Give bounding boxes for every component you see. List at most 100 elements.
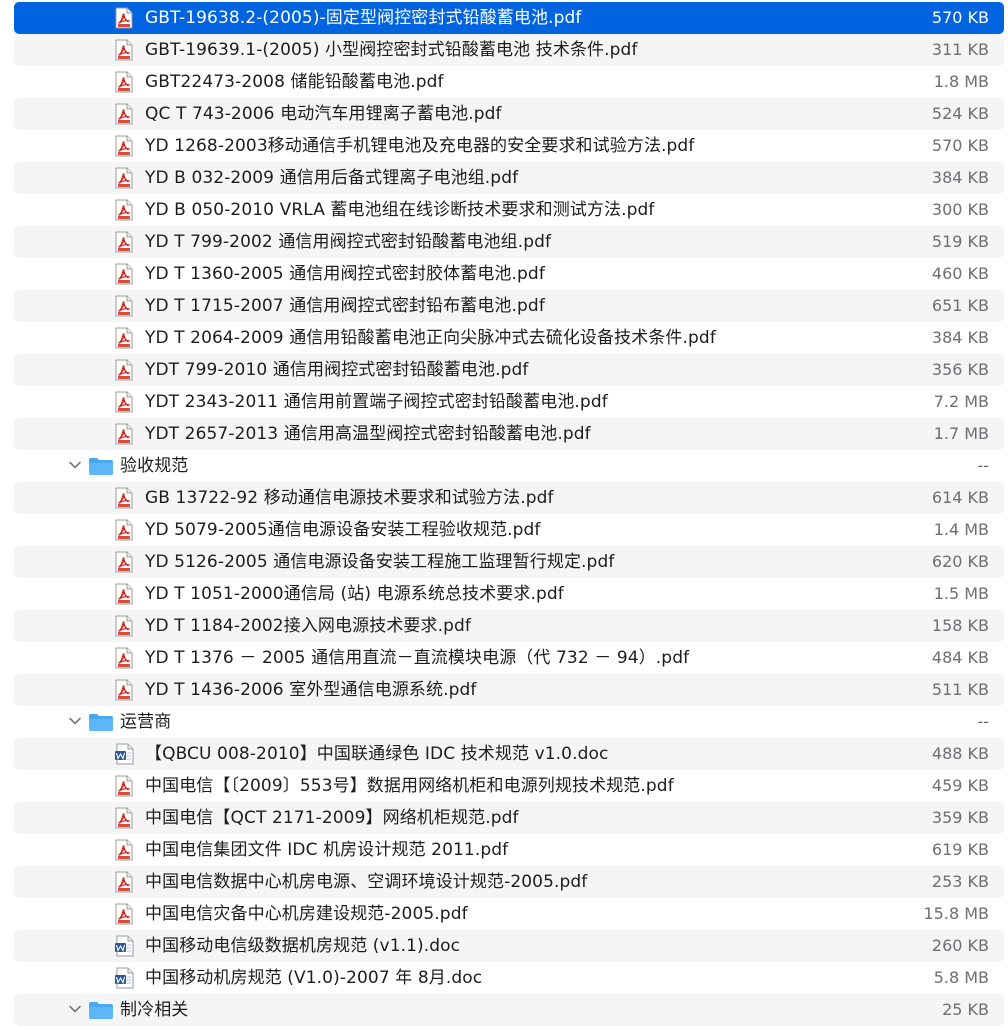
- file-row[interactable]: YD T 1715-2007 通信用阀控式密封铅布蓄电池.pdf 651 KB: [14, 290, 1004, 322]
- file-row[interactable]: YD T 799-2002 通信用阀控式密封铅酸蓄电池组.pdf 519 KB: [14, 226, 1004, 258]
- file-size: 519 KB: [931, 232, 989, 251]
- file-size: 384 KB: [931, 328, 989, 347]
- file-row[interactable]: YD T 1184-2002接入网电源技术要求.pdf 158 KB: [14, 610, 1004, 642]
- file-row[interactable]: YD T 1051-2000通信局 (站) 电源系统总技术要求.pdf 1.5 …: [14, 578, 1004, 610]
- file-name: GBT22473-2008 储能铅酸蓄电池.pdf: [145, 72, 444, 92]
- file-row[interactable]: 中国电信数据中心机房电源、空调环境设计规范-2005.pdf 253 KB: [14, 866, 1004, 898]
- pdf-file-icon: [114, 583, 134, 605]
- file-row[interactable]: GB 13722-92 移动通信电源技术要求和试验方法.pdf 614 KB: [14, 482, 1004, 514]
- folder-icon: [88, 457, 114, 476]
- pdf-file-icon: [114, 327, 134, 349]
- file-row[interactable]: GBT-19639.1-(2005) 小型阀控密封式铅酸蓄电池 技术条件.pdf…: [14, 34, 1004, 66]
- file-name: GBT-19639.1-(2005) 小型阀控密封式铅酸蓄电池 技术条件.pdf: [145, 40, 638, 60]
- file-row[interactable]: YD B 032-2009 通信用后备式锂离子电池组.pdf 384 KB: [14, 162, 1004, 194]
- file-row[interactable]: YD 5079-2005通信电源设备安装工程验收规范.pdf 1.4 MB: [14, 514, 1004, 546]
- file-size: 488 KB: [931, 744, 989, 763]
- file-row[interactable]: YDT 2343-2011 通信用前置端子阀控式密封铅酸蓄电池.pdf 7.2 …: [14, 386, 1004, 418]
- file-row[interactable]: YDT 799-2010 通信用阀控式密封铅酸蓄电池.pdf 356 KB: [14, 354, 1004, 386]
- file-name: YDT 2343-2011 通信用前置端子阀控式密封铅酸蓄电池.pdf: [145, 392, 608, 412]
- file-row[interactable]: 【QBCU 008-2010】中国联通绿色 IDC 技术规范 v1.0.doc …: [14, 738, 1004, 770]
- file-name: YD T 1360-2005 通信用阀控式密封胶体蓄电池.pdf: [145, 264, 545, 284]
- file-name: 【QBCU 008-2010】中国联通绿色 IDC 技术规范 v1.0.doc: [145, 744, 609, 764]
- pdf-file-icon: [114, 71, 134, 93]
- file-size: 311 KB: [931, 40, 989, 59]
- file-name: 中国电信【〔2009〕553号】数据用网络机柜和电源列规技术规范.pdf: [145, 776, 674, 796]
- file-name: YDT 799-2010 通信用阀控式密封铅酸蓄电池.pdf: [145, 360, 529, 380]
- file-size: 570 KB: [931, 8, 989, 27]
- file-name: YD T 1051-2000通信局 (站) 电源系统总技术要求.pdf: [145, 584, 564, 604]
- file-size: 1.8 MB: [933, 72, 989, 91]
- file-row[interactable]: YD 5126-2005 通信电源设备安装工程施工监理暂行规定.pdf 620 …: [14, 546, 1004, 578]
- file-size: 1.4 MB: [933, 520, 989, 539]
- chevron-down-icon[interactable]: [68, 714, 82, 728]
- folder-row[interactable]: 运营商 --: [14, 706, 1004, 738]
- file-name: YD T 2064-2009 通信用铅酸蓄电池正向尖脉冲式去硫化设备技术条件.p…: [145, 328, 716, 348]
- file-name: YD 5126-2005 通信电源设备安装工程施工监理暂行规定.pdf: [145, 552, 615, 572]
- folder-name: 运营商: [120, 712, 172, 732]
- file-size: 5.8 MB: [933, 968, 989, 987]
- chevron-down-icon[interactable]: [68, 1002, 82, 1016]
- file-size: 511 KB: [931, 680, 989, 699]
- file-name: 中国电信数据中心机房电源、空调环境设计规范-2005.pdf: [145, 872, 588, 892]
- pdf-file-icon: [114, 871, 134, 893]
- file-list: GBT-19638.2-(2005)-固定型阀控密封式铅酸蓄电池.pdf 570…: [0, 2, 1008, 1026]
- file-name: YD T 1376 － 2005 通信用直流－直流模块电源（代 732 － 94…: [145, 648, 690, 668]
- file-size: 384 KB: [931, 168, 989, 187]
- file-size: 15.8 MB: [923, 904, 990, 923]
- file-name: GB 13722-92 移动通信电源技术要求和试验方法.pdf: [145, 488, 554, 508]
- pdf-file-icon: [114, 359, 134, 381]
- file-name: QC T 743-2006 电动汽车用锂离子蓄电池.pdf: [145, 104, 502, 124]
- file-row[interactable]: YD T 1436-2006 室外型通信电源系统.pdf 511 KB: [14, 674, 1004, 706]
- word-doc-icon: [114, 967, 134, 989]
- file-size: 620 KB: [931, 552, 989, 571]
- file-row[interactable]: GBT22473-2008 储能铅酸蓄电池.pdf 1.8 MB: [14, 66, 1004, 98]
- folder-row[interactable]: 验收规范 --: [14, 450, 1004, 482]
- file-size: 459 KB: [931, 776, 989, 795]
- file-row[interactable]: 中国电信灾备中心机房建设规范-2005.pdf 15.8 MB: [14, 898, 1004, 930]
- file-row[interactable]: GBT-19638.2-(2005)-固定型阀控密封式铅酸蓄电池.pdf 570…: [14, 2, 1004, 34]
- file-row[interactable]: YD B 050-2010 VRLA 蓄电池组在线诊断技术要求和测试方法.pdf…: [14, 194, 1004, 226]
- file-size: 359 KB: [931, 808, 989, 827]
- file-name: 中国电信集团文件 IDC 机房设计规范 2011.pdf: [145, 840, 509, 860]
- file-row[interactable]: QC T 743-2006 电动汽车用锂离子蓄电池.pdf 524 KB: [14, 98, 1004, 130]
- file-row[interactable]: YD T 1376 － 2005 通信用直流－直流模块电源（代 732 － 94…: [14, 642, 1004, 674]
- file-size: 260 KB: [931, 936, 989, 955]
- word-doc-icon: [114, 935, 134, 957]
- pdf-file-icon: [114, 807, 134, 829]
- file-row[interactable]: 中国电信【〔2009〕553号】数据用网络机柜和电源列规技术规范.pdf 459…: [14, 770, 1004, 802]
- file-name: 中国电信灾备中心机房建设规范-2005.pdf: [145, 904, 468, 924]
- file-row[interactable]: YD T 2064-2009 通信用铅酸蓄电池正向尖脉冲式去硫化设备技术条件.p…: [14, 322, 1004, 354]
- pdf-file-icon: [114, 135, 134, 157]
- chevron-down-icon[interactable]: [68, 458, 82, 472]
- file-row[interactable]: YDT 2657-2013 通信用高温型阀控式密封铅酸蓄电池.pdf 1.7 M…: [14, 418, 1004, 450]
- pdf-file-icon: [114, 231, 134, 253]
- pdf-file-icon: [114, 519, 134, 541]
- pdf-file-icon: [114, 551, 134, 573]
- file-name: YD T 1436-2006 室外型通信电源系统.pdf: [145, 680, 477, 700]
- folder-row[interactable]: 制冷相关 25 KB: [14, 994, 1004, 1026]
- file-name: YD T 1715-2007 通信用阀控式密封铅布蓄电池.pdf: [145, 296, 545, 316]
- folder-icon: [88, 713, 114, 732]
- file-name: YD 5079-2005通信电源设备安装工程验收规范.pdf: [145, 520, 541, 540]
- folder-name: 验收规范: [120, 456, 189, 476]
- file-row[interactable]: 中国电信【QCT 2171-2009】网络机柜规范.pdf 359 KB: [14, 802, 1004, 834]
- file-row[interactable]: 中国移动机房规范 (V1.0)-2007 年 8月.doc 5.8 MB: [14, 962, 1004, 994]
- file-size: 300 KB: [931, 200, 989, 219]
- folder-size: --: [977, 456, 989, 475]
- pdf-file-icon: [114, 263, 134, 285]
- file-size: 1.7 MB: [933, 424, 989, 443]
- file-row[interactable]: 中国移动电信级数据机房规范 (v1.1).doc 260 KB: [14, 930, 1004, 962]
- file-row[interactable]: 中国电信集团文件 IDC 机房设计规范 2011.pdf 619 KB: [14, 834, 1004, 866]
- file-row[interactable]: YD T 1360-2005 通信用阀控式密封胶体蓄电池.pdf 460 KB: [14, 258, 1004, 290]
- file-size: 651 KB: [931, 296, 989, 315]
- pdf-file-icon: [114, 103, 134, 125]
- pdf-file-icon: [114, 903, 134, 925]
- file-size: 460 KB: [931, 264, 989, 283]
- file-row[interactable]: YD 1268-2003移动通信手机锂电池及充电器的安全要求和试验方法.pdf …: [14, 130, 1004, 162]
- file-size: 158 KB: [931, 616, 989, 635]
- file-size: 524 KB: [931, 104, 989, 123]
- file-name: YDT 2657-2013 通信用高温型阀控式密封铅酸蓄电池.pdf: [145, 424, 591, 444]
- pdf-file-icon: [114, 615, 134, 637]
- pdf-file-icon: [114, 7, 134, 29]
- file-name: YD 1268-2003移动通信手机锂电池及充电器的安全要求和试验方法.pdf: [145, 136, 695, 156]
